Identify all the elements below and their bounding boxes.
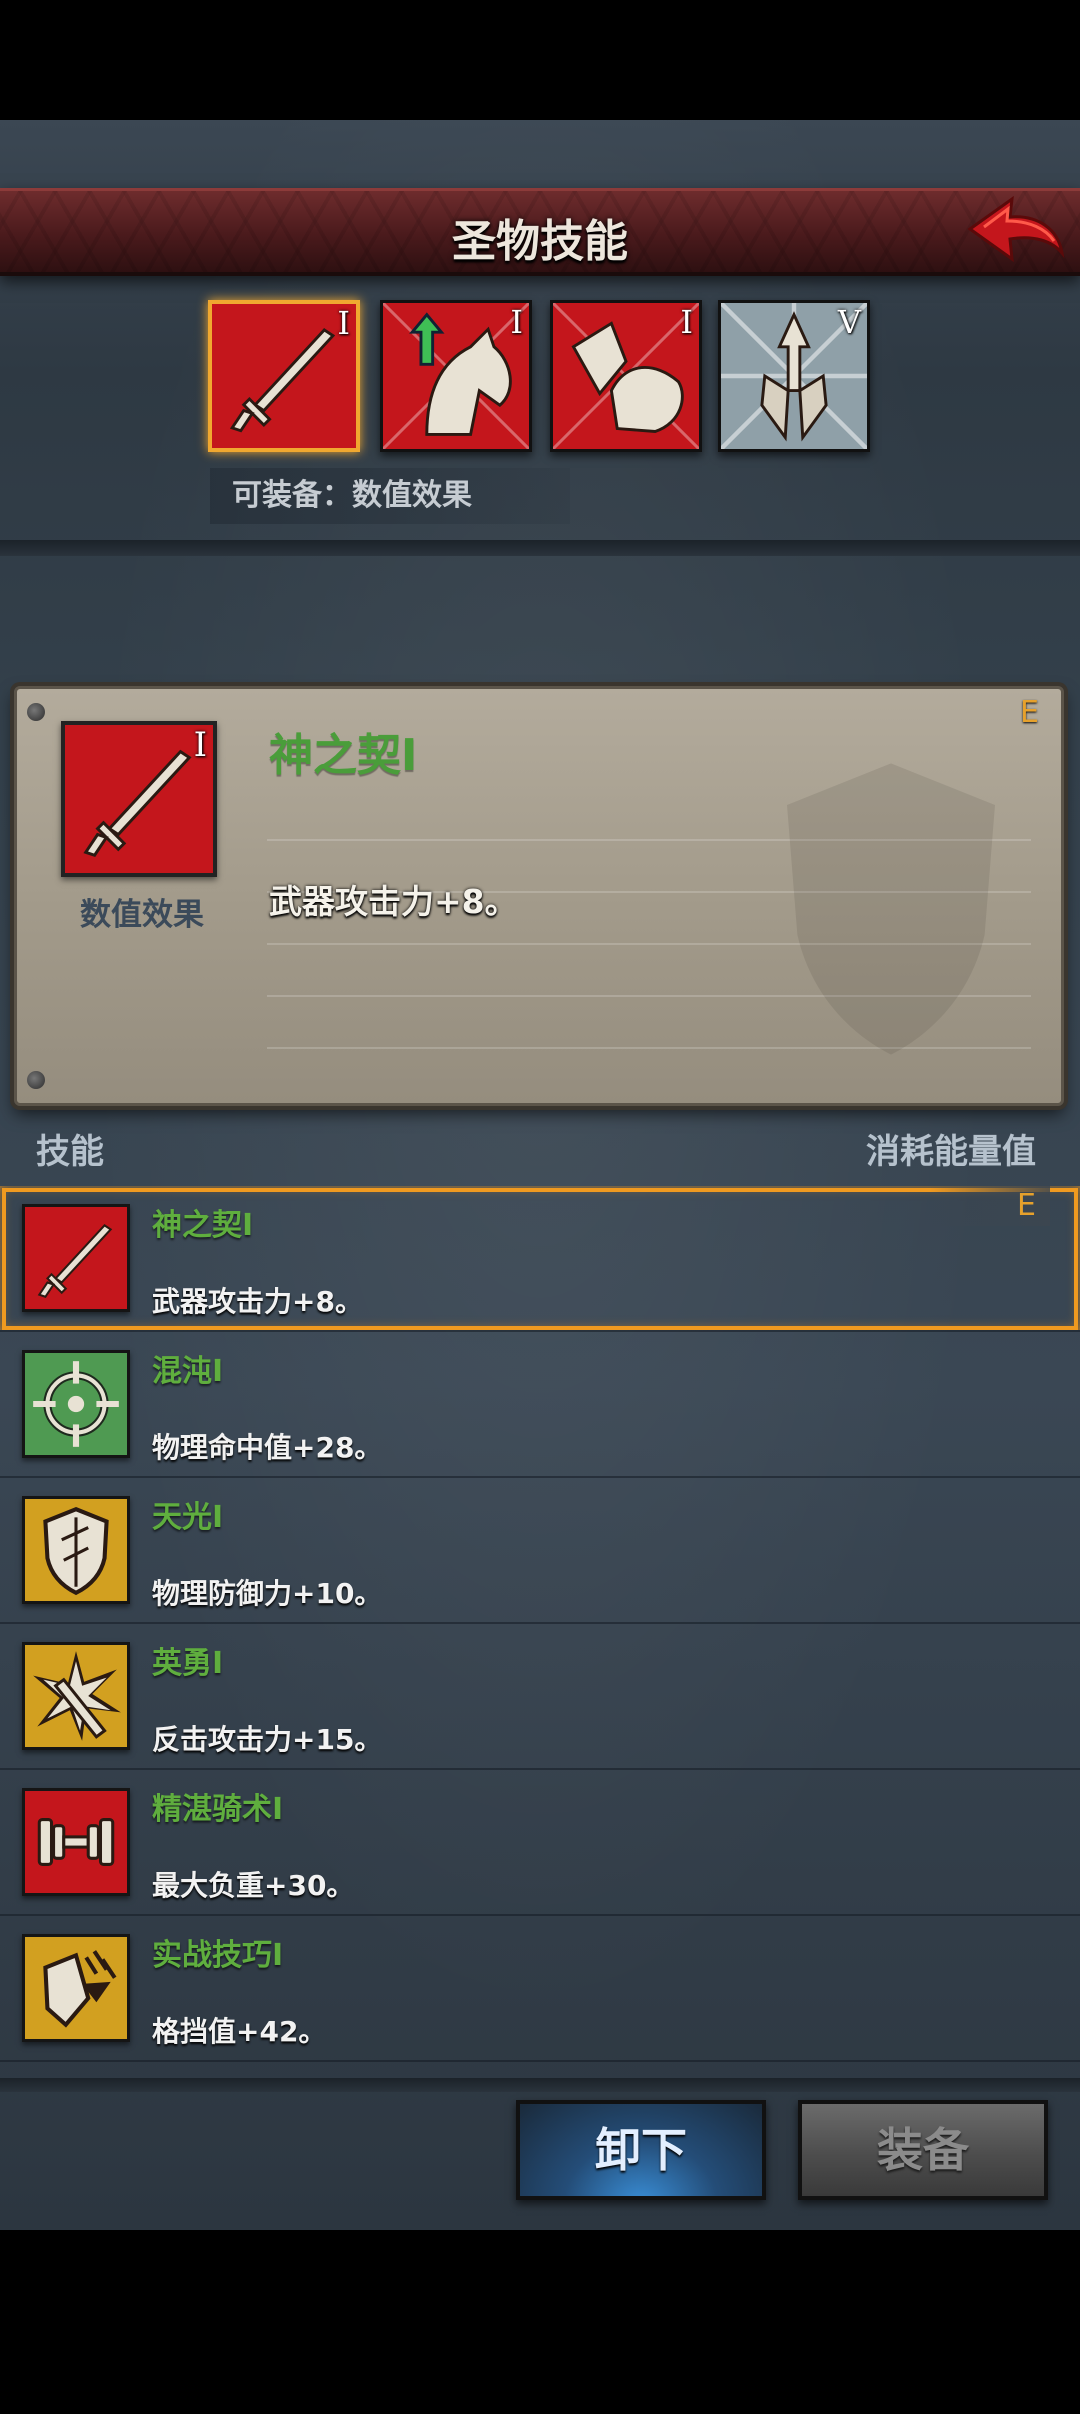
skill-icon-frame [22, 1496, 130, 1604]
detail-grade: E [1020, 695, 1039, 730]
skill-name: 实战技巧I [152, 1938, 284, 1973]
skill-icon-frame [22, 1788, 130, 1896]
skill-row[interactable]: 天光I 物理防御力+10。 [0, 1478, 1080, 1624]
skill-icon-frame [22, 1934, 130, 2042]
relic-slot-spear[interactable]: V [718, 300, 870, 452]
rivet [27, 1071, 45, 1089]
list-header-energy: 消耗能量值 [866, 1132, 1036, 1172]
skill-row[interactable]: 精湛骑术I 最大负重+30。 [0, 1770, 1080, 1916]
relic-row: I I I V [0, 300, 1080, 452]
skill-description: 武器攻击力+8。 [152, 1285, 363, 1318]
relic-slot-sword[interactable]: I [208, 300, 360, 452]
skill-name: 神之契I [152, 1208, 254, 1243]
sword-icon [25, 1207, 127, 1309]
relic-slot-horse[interactable]: I [380, 300, 532, 452]
skill-description: 最大负重+30。 [152, 1869, 355, 1902]
skill-detail-card: I 数值效果 神之契I 武器攻击力+8。 E [14, 686, 1064, 1106]
horse-armor-icon [553, 303, 699, 449]
rivet [27, 703, 45, 721]
shield-icon [25, 1499, 127, 1601]
divider [0, 540, 1080, 556]
relic-slot-horse-armor[interactable]: I [550, 300, 702, 452]
sword-icon [212, 304, 356, 448]
block-icon [25, 1937, 127, 2039]
skill-name: 英勇I [152, 1646, 224, 1681]
bottom-divider [0, 2078, 1080, 2092]
skill-list: 神之契I 武器攻击力+8。 E 混沌I 物理命中值+28。 天光I 物理防御力+… [0, 1186, 1080, 2062]
burst-arrow-icon [25, 1645, 127, 1747]
crosshair-icon [25, 1353, 127, 1455]
horse-upgrade-icon [383, 303, 529, 449]
skill-description: 物理防御力+10。 [152, 1577, 383, 1610]
detail-description: 武器攻击力+8。 [269, 882, 518, 921]
skill-description: 物理命中值+28。 [152, 1431, 383, 1464]
skill-description: 格挡值+42。 [152, 2015, 327, 2048]
skill-name: 精湛骑术I [152, 1792, 284, 1827]
skill-description: 反击攻击力+15。 [152, 1723, 383, 1756]
emblem-watermark [787, 763, 995, 1055]
detail-rank: I [193, 725, 207, 765]
list-header: 技能 消耗能量值 [0, 1108, 1080, 1188]
skill-icon-frame [22, 1642, 130, 1750]
page-title: 圣物技能 [452, 216, 628, 267]
skill-grade: E [930, 1186, 1050, 1226]
relic-rank: I [510, 303, 523, 341]
equip-button[interactable]: 装备 [798, 2100, 1048, 2200]
skill-row[interactable]: 混沌I 物理命中值+28。 [0, 1332, 1080, 1478]
equip-hint: 可装备：数值效果 [210, 468, 570, 524]
title-bar: 圣物技能 [0, 188, 1080, 276]
unequip-button[interactable]: 卸下 [516, 2100, 766, 2200]
skill-icon-frame [22, 1350, 130, 1458]
sword-icon [65, 725, 213, 873]
relic-rank: V [837, 303, 861, 341]
relic-rank: I [337, 304, 350, 342]
dumbbell-icon [25, 1791, 127, 1893]
list-header-skill: 技能 [36, 1132, 104, 1172]
skill-row[interactable]: 神之契I 武器攻击力+8。 E [0, 1186, 1080, 1332]
relic-rank: I [680, 303, 693, 341]
skill-row[interactable]: 实战技巧I 格挡值+42。 [0, 1916, 1080, 2062]
back-button[interactable] [960, 191, 1070, 271]
skill-name: 混沌I [152, 1354, 224, 1389]
back-arrow-icon [967, 195, 1065, 263]
detail-name: 神之契I [269, 730, 418, 781]
skill-row[interactable]: 英勇I 反击攻击力+15。 [0, 1624, 1080, 1770]
detail-sword-icon-frame: I [61, 721, 217, 877]
detail-type: 数值效果 [80, 897, 204, 933]
skill-name: 天光I [152, 1500, 224, 1535]
skill-icon-frame [22, 1204, 130, 1312]
